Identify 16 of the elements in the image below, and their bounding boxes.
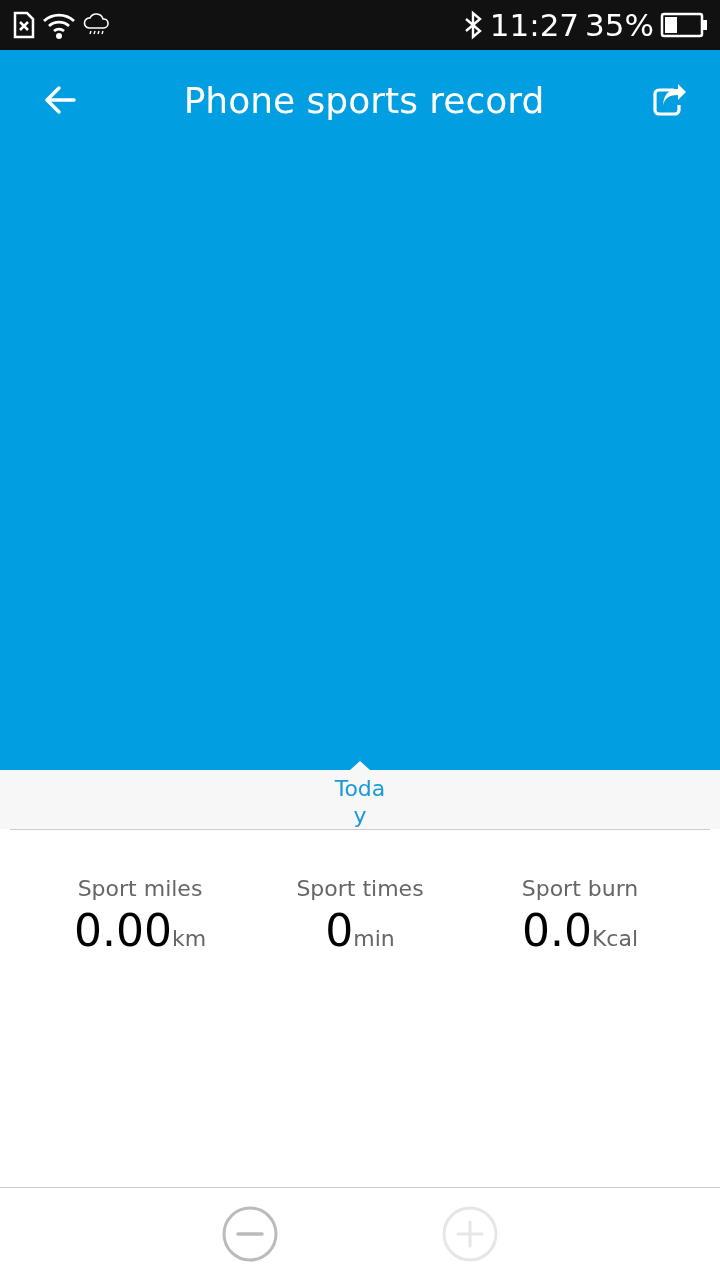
stat-label: Sport miles (77, 876, 203, 901)
stat-unit: km (171, 926, 207, 951)
stat-label: Sport burn (521, 876, 639, 901)
today-tab[interactable]: Today (331, 770, 389, 829)
stat-unit: min (353, 926, 395, 951)
stat-value: 0.0 (521, 905, 592, 956)
sim-card-icon (12, 10, 36, 40)
remove-button[interactable] (222, 1206, 278, 1262)
clock: 11:27 (489, 7, 580, 43)
battery-icon (660, 12, 708, 38)
page-title: Phone sports record (183, 79, 545, 121)
stat-label: Sport times (296, 876, 424, 901)
stat-value: 0 (325, 905, 354, 956)
stat-unit: Kcal (591, 926, 639, 951)
battery-percent: 35% (585, 7, 654, 43)
stat-value: 0.00 (73, 905, 172, 956)
